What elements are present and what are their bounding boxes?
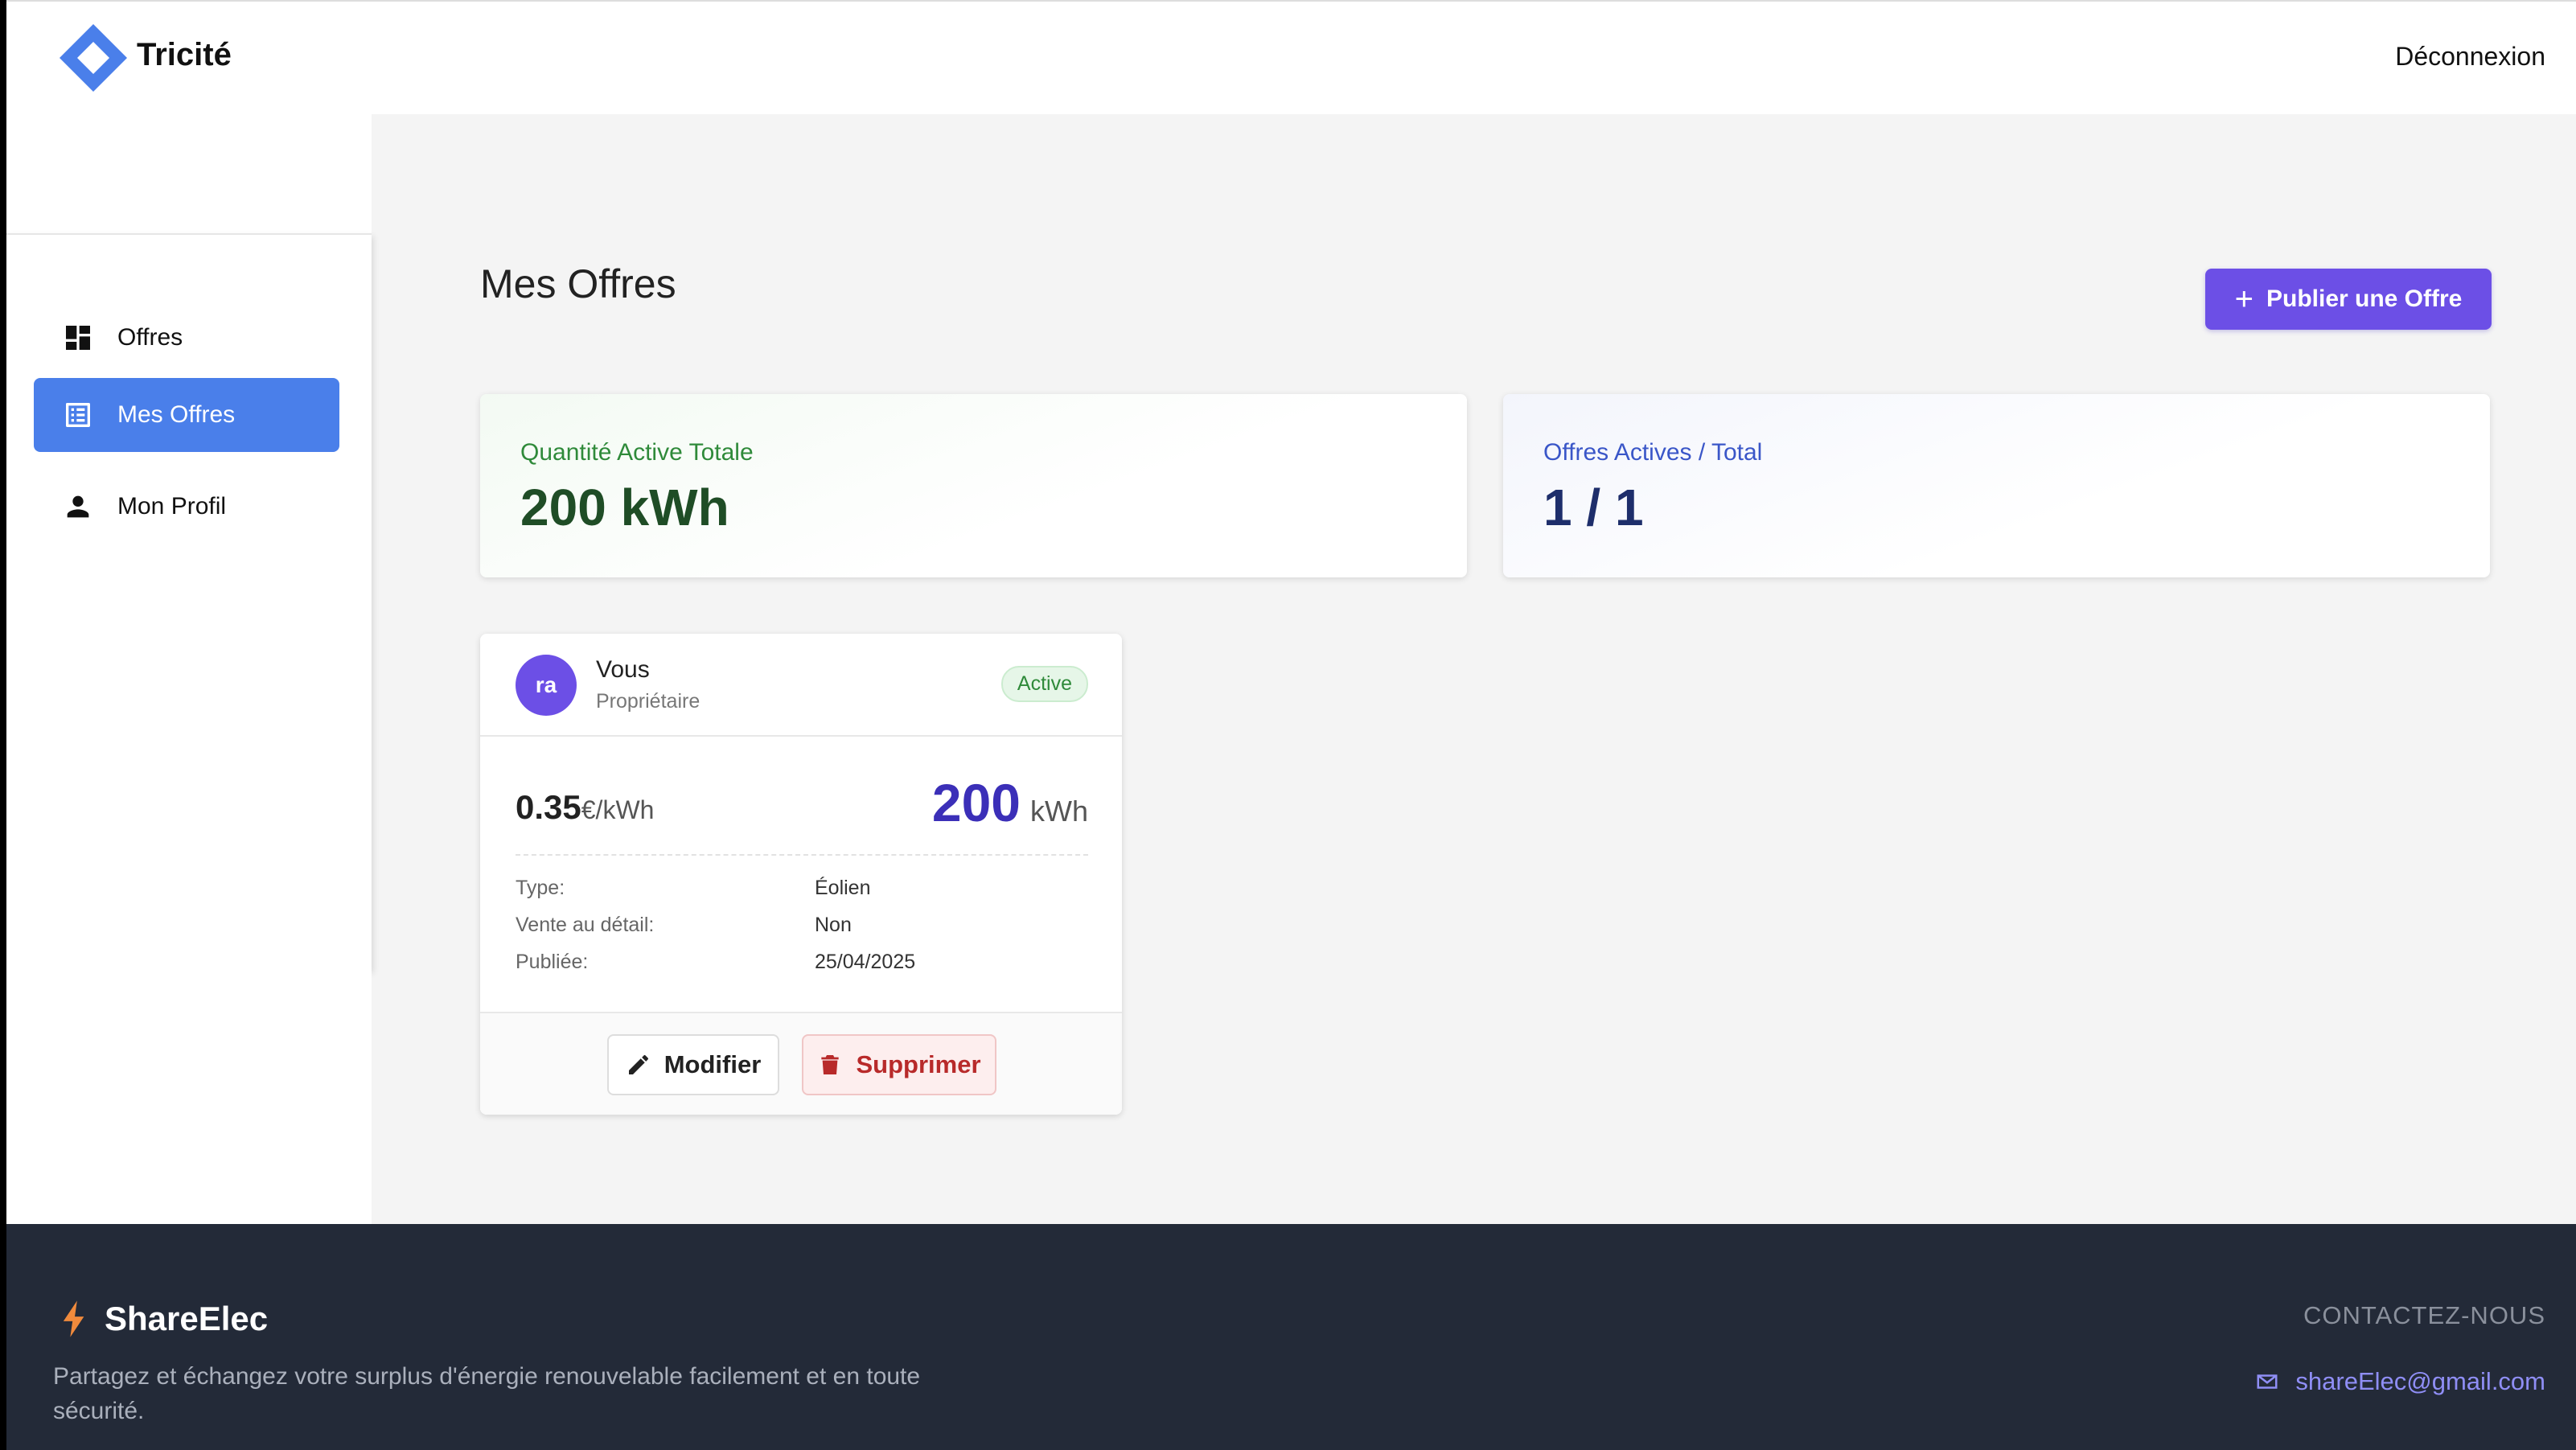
stat-value: 1 / 1	[1543, 479, 1644, 536]
footer-brand: ShareElec	[61, 1300, 268, 1338]
trash-icon	[817, 1052, 843, 1078]
sidebar-item-mon-profil[interactable]: Mon Profil	[34, 470, 339, 544]
sidebar-bottom-area	[6, 970, 372, 1224]
publish-offer-label: Publier une Offre	[2266, 285, 2463, 312]
contact-title: CONTACTEZ-NOUS	[2303, 1301, 2545, 1329]
quantity-unit: kWh	[1030, 795, 1088, 828]
window-edge	[0, 0, 6, 1450]
stat-card-active-offers: Offres Actives / Total 1 / 1	[1503, 394, 2490, 577]
plus-icon: +	[2234, 281, 2253, 317]
footer-brand-name: ShareElec	[105, 1300, 269, 1337]
pencil-icon	[626, 1052, 651, 1078]
top-header: Tricité Déconnexion	[6, 0, 2576, 114]
edit-label: Modifier	[664, 1050, 762, 1078]
sidebar: Offres Mes Offres Mon Profil	[6, 233, 372, 970]
offer-price: 0.35€/kWh	[516, 788, 654, 827]
stat-label: Offres Actives / Total	[1543, 439, 1763, 466]
offer-card-header: ra Vous Propriétaire Active	[480, 634, 1122, 737]
status-badge: Active	[1000, 666, 1088, 702]
stat-value: 200 kWh	[520, 479, 729, 536]
detail-value: 25/04/2025	[815, 951, 916, 973]
stat-card-total-quantity: Quantité Active Totale 200 kWh	[480, 394, 1467, 577]
mail-icon	[2255, 1370, 2279, 1394]
owner-name: Vous	[596, 656, 650, 683]
sidebar-item-label: Mes Offres	[117, 401, 236, 428]
detail-key: Vente au détail:	[516, 914, 655, 936]
sidebar-item-label: Offres	[117, 324, 183, 351]
avatar: ra	[516, 655, 577, 716]
delete-label: Supprimer	[856, 1050, 981, 1078]
footer: ShareElec Partagez et échangez votre sur…	[6, 1224, 2576, 1450]
page-title: Mes Offres	[480, 261, 676, 306]
price-unit: €/kWh	[581, 795, 655, 824]
sidebar-item-mes-offres[interactable]: Mes Offres	[34, 378, 339, 452]
divider	[516, 854, 1088, 856]
sidebar-header-area	[6, 114, 372, 233]
owner-role: Propriétaire	[596, 690, 700, 713]
dashboard-icon	[61, 321, 95, 355]
detail-value: Éolien	[815, 877, 871, 899]
quantity-value: 200	[931, 773, 1021, 832]
publish-offer-button[interactable]: + Publier une Offre	[2205, 269, 2492, 330]
logout-link[interactable]: Déconnexion	[2395, 42, 2545, 72]
price-value: 0.35	[516, 788, 581, 826]
contact-email-text: shareElec@gmail.com	[2295, 1367, 2545, 1395]
list-icon	[61, 398, 95, 432]
contact-email-link[interactable]: shareElec@gmail.com	[2255, 1367, 2545, 1396]
detail-key: Type:	[516, 877, 565, 899]
lightning-icon	[63, 1300, 84, 1337]
offer-card: ra Vous Propriétaire Active 0.35€/kWh 20…	[480, 634, 1122, 1115]
brand-name: Tricité	[137, 37, 232, 72]
detail-value: Non	[815, 914, 852, 936]
edit-offer-button[interactable]: Modifier	[607, 1034, 779, 1095]
offer-card-actions: Modifier Supprimer	[480, 1012, 1122, 1115]
delete-offer-button[interactable]: Supprimer	[802, 1034, 996, 1095]
sidebar-item-offres[interactable]: Offres	[34, 301, 339, 375]
person-icon	[61, 490, 95, 524]
sidebar-item-label: Mon Profil	[117, 493, 227, 520]
stat-label: Quantité Active Totale	[520, 439, 754, 466]
offer-quantity: 200 kWh	[932, 772, 1088, 833]
detail-key: Publiée:	[516, 951, 589, 973]
diamond-logo-icon	[60, 24, 127, 92]
footer-description: Partagez et échangez votre surplus d'éne…	[53, 1363, 921, 1424]
